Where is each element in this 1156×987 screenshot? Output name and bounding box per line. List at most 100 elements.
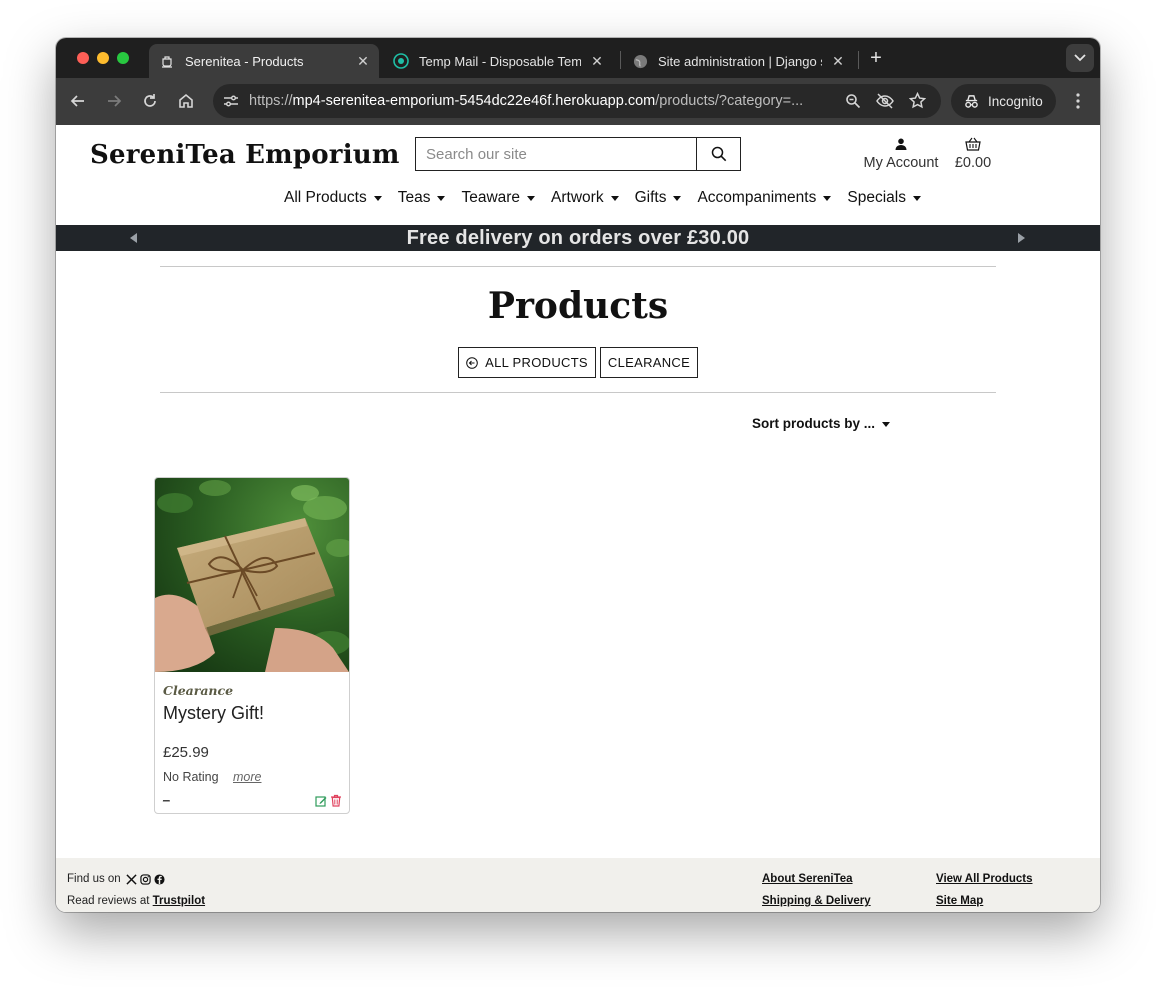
product-name: Mystery Gift! <box>163 703 265 723</box>
tab-separator <box>858 51 859 69</box>
caret-down-icon <box>610 196 619 201</box>
user-icon <box>856 135 946 153</box>
incognito-badge[interactable]: Incognito <box>951 84 1056 118</box>
more-link[interactable]: more <box>233 770 261 784</box>
caret-down-icon <box>823 196 832 201</box>
shopping-bag-link[interactable]: £0.00 <box>950 135 996 171</box>
url-host: mp4-serenitea-emporium-5454dc22e46f.hero… <box>292 93 656 109</box>
bookmark-star-icon[interactable] <box>908 91 927 113</box>
nav-gifts[interactable]: Gifts <box>627 189 690 207</box>
trustpilot-link[interactable]: Trustpilot <box>153 895 205 907</box>
browser-toolbar: https://mp4-serenitea-emporium-5454dc22e… <box>56 78 1100 125</box>
all-products-button[interactable]: ALL PRODUCTS <box>458 347 596 378</box>
trash-icon[interactable] <box>330 794 342 807</box>
close-tab-icon[interactable]: ✕ <box>830 53 846 69</box>
product-category[interactable]: Clearance <box>163 683 233 698</box>
close-window-button[interactable] <box>77 52 89 64</box>
product-rating: No Rating <box>163 770 219 784</box>
close-tab-icon[interactable]: ✕ <box>355 53 371 69</box>
all-products-label: ALL PRODUCTS <box>485 355 588 370</box>
teapot-icon <box>159 53 175 69</box>
nav-label: Specials <box>847 189 906 206</box>
nav-teas[interactable]: Teas <box>390 189 454 207</box>
close-tab-icon[interactable]: ✕ <box>589 53 605 69</box>
divider <box>160 392 996 393</box>
carousel-prev-icon[interactable] <box>130 233 137 243</box>
clearance-filter-button[interactable]: CLEARANCE <box>600 347 698 378</box>
search-button[interactable] <box>696 138 740 170</box>
carousel-next-icon[interactable] <box>1018 233 1025 243</box>
tab-separator <box>620 51 621 69</box>
nav-specials[interactable]: Specials <box>839 189 929 207</box>
promo-text: Free delivery on orders over £30.00 <box>406 227 750 249</box>
about-link[interactable]: About SereniTea <box>762 873 853 885</box>
reload-button[interactable] <box>138 89 162 113</box>
url-path: /products/?category=... <box>655 93 804 109</box>
edit-icon[interactable] <box>315 795 327 807</box>
nav-accompaniments[interactable]: Accompaniments <box>689 189 839 207</box>
home-icon <box>179 93 193 108</box>
caret-down-icon <box>912 196 921 201</box>
caret-down-icon <box>527 196 536 201</box>
browser-menu-button[interactable] <box>1066 89 1090 113</box>
tab-django-admin[interactable]: Site administration | Django s ✕ <box>622 44 854 78</box>
site-footer: Find us on Read reviews at Trustpilot Ab… <box>56 858 1100 912</box>
divider <box>160 266 996 267</box>
site-settings-icon[interactable] <box>223 93 239 113</box>
x-twitter-icon[interactable] <box>126 873 137 885</box>
admin-link[interactable]: _ <box>163 788 170 802</box>
forward-button[interactable] <box>102 89 126 113</box>
nav-label: Teaware <box>461 189 521 206</box>
web-page: SereniTea Emporium My Account £0.00 All … <box>56 125 1100 912</box>
url-scheme: https:// <box>249 93 293 109</box>
caret-down-icon <box>882 421 891 427</box>
zoom-icon[interactable] <box>845 93 861 113</box>
sort-dropdown[interactable]: Sort products by ... <box>752 416 891 431</box>
page-title: Products <box>487 285 669 327</box>
main-nav: All Products Teas Teaware Artwork Gifts … <box>276 189 929 207</box>
globe-icon <box>632 53 648 69</box>
new-tab-button[interactable]: + <box>866 48 886 68</box>
chevron-down-icon <box>1074 54 1086 62</box>
tab-strip: Serenitea - Products ✕ Temp Mail - Dispo… <box>56 38 1100 78</box>
eye-off-icon[interactable] <box>876 93 894 113</box>
address-bar[interactable]: https://mp4-serenitea-emporium-5454dc22e… <box>213 84 941 118</box>
site-logo[interactable]: SereniTea Emporium <box>90 140 400 170</box>
reload-icon <box>144 94 156 107</box>
product-image[interactable] <box>155 478 349 672</box>
minimize-window-button[interactable] <box>97 52 109 64</box>
nav-label: All Products <box>284 189 367 206</box>
promo-banner: Free delivery on orders over £30.00 <box>56 225 1100 251</box>
my-account-link[interactable]: My Account <box>856 135 946 171</box>
tab-search-button[interactable] <box>1066 44 1094 72</box>
shipping-link[interactable]: Shipping & Delivery <box>762 895 871 907</box>
more-vertical-icon <box>1076 93 1080 109</box>
tab-title: Temp Mail - Disposable Temp <box>419 53 581 69</box>
search-input[interactable] <box>416 138 696 170</box>
arrow-right-icon <box>108 95 122 107</box>
instagram-icon[interactable] <box>140 873 151 885</box>
caret-down-icon <box>673 196 682 201</box>
site-map-link[interactable]: Site Map <box>936 895 983 907</box>
back-button[interactable] <box>66 89 90 113</box>
view-all-products-link[interactable]: View All Products <box>936 873 1033 885</box>
caret-down-icon <box>373 196 382 201</box>
nav-label: Accompaniments <box>697 189 817 206</box>
tempmail-icon <box>393 53 409 69</box>
home-button[interactable] <box>174 89 198 113</box>
nav-teaware[interactable]: Teaware <box>453 189 543 207</box>
maximize-window-button[interactable] <box>117 52 129 64</box>
facebook-icon[interactable] <box>154 873 165 885</box>
clearance-label: CLEARANCE <box>607 355 691 370</box>
tab-serenitea-products[interactable]: Serenitea - Products ✕ <box>149 44 379 78</box>
nav-label: Teas <box>397 189 431 206</box>
product-card[interactable]: Clearance Mystery Gift! £25.99 No Rating… <box>154 477 350 814</box>
incognito-label: Incognito <box>988 93 1043 109</box>
tab-temp-mail[interactable]: Temp Mail - Disposable Temp ✕ <box>383 44 613 78</box>
nav-artwork[interactable]: Artwork <box>543 189 627 207</box>
caret-down-icon <box>437 196 446 201</box>
reviews-line: Read reviews at Trustpilot <box>67 895 205 907</box>
find-us-label: Find us on <box>67 873 121 885</box>
tab-title: Site administration | Django s <box>658 53 822 69</box>
nav-all-products[interactable]: All Products <box>276 189 390 207</box>
